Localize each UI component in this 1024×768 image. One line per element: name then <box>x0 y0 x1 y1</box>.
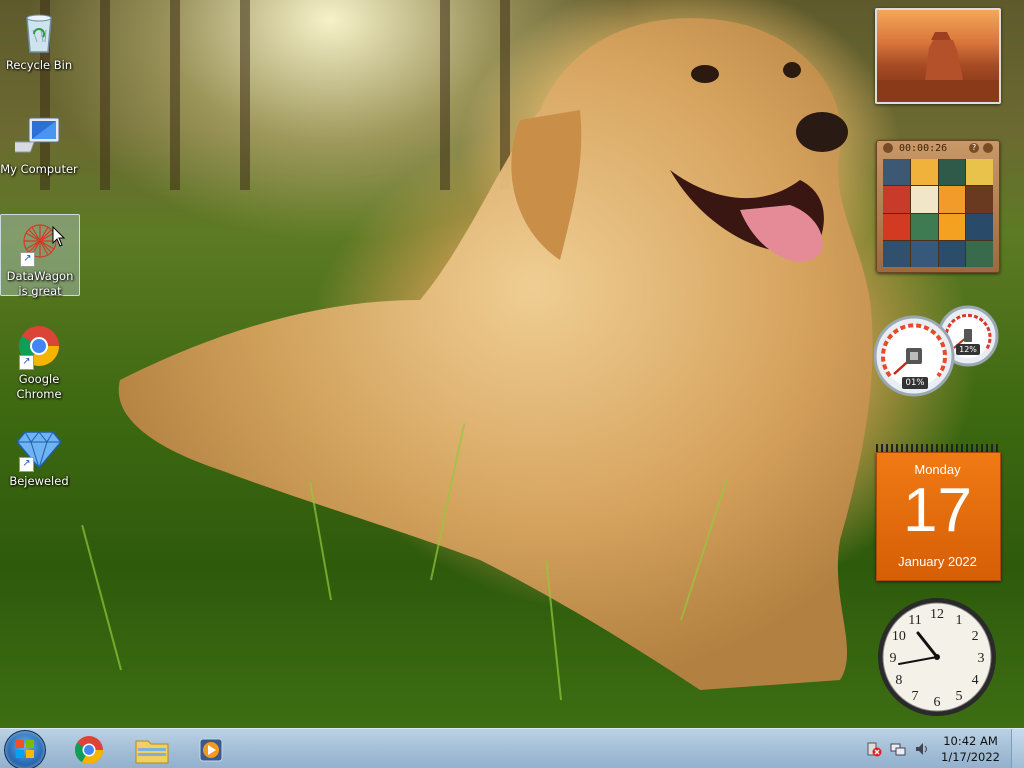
desktop-wallpaper[interactable]: Recycle Bin My Computer ↗ DataWagon is g… <box>0 0 1024 728</box>
puzzle-tile[interactable] <box>883 213 910 240</box>
puzzle-tile[interactable] <box>883 186 910 213</box>
calendar-spiral <box>876 444 999 452</box>
clock-numeral: 5 <box>956 689 963 704</box>
clock-numeral: 1 <box>956 613 963 628</box>
puzzle-tile[interactable] <box>883 240 910 267</box>
clock-numeral: 3 <box>978 651 985 666</box>
action-center-icon[interactable] <box>866 741 882 757</box>
puzzle-tile[interactable] <box>910 240 938 267</box>
shortcut-arrow-icon: ↗ <box>19 355 34 370</box>
puzzle-tile[interactable] <box>910 159 938 186</box>
show-desktop-button[interactable] <box>1011 729 1024 768</box>
calendar-weekday: Monday <box>914 462 961 477</box>
picture-puzzle-gadget[interactable]: 00:00:26 ? <box>876 140 1000 273</box>
calendar-month-year: January 2022 <box>898 554 977 569</box>
shortcut-arrow-icon: ↗ <box>19 457 34 472</box>
puzzle-tile[interactable] <box>938 240 966 267</box>
computer-icon <box>5 112 63 160</box>
cpu-meter-gadget[interactable]: 01% 12% <box>873 304 1000 398</box>
shortcut-arrow-icon: ↗ <box>20 252 35 267</box>
puzzle-tile[interactable] <box>910 186 938 213</box>
clock-gadget[interactable]: 12 1 2 3 4 5 6 7 8 9 10 11 <box>874 596 1000 718</box>
chrome-icon: ↗ <box>15 322 63 370</box>
tray-date: 1/17/2022 <box>941 750 1000 764</box>
desktop-icon-label: Google Chrome <box>16 372 62 401</box>
chrome-icon <box>75 736 103 764</box>
clock-numeral: 8 <box>895 673 902 688</box>
calendar-day: 17 <box>903 476 972 545</box>
puzzle-tile[interactable] <box>966 213 993 240</box>
puzzle-timer: 00:00:26 <box>899 143 948 154</box>
desktop-icon-label: My Computer <box>0 162 78 176</box>
taskbar: 10:42 AM 1/17/2022 <box>0 728 1024 768</box>
mouse-cursor-icon <box>52 226 66 247</box>
explorer-taskbar-button[interactable] <box>124 731 180 767</box>
desktop-icon-label: DataWagon is great <box>6 269 74 298</box>
recycle-bin-icon <box>15 8 63 56</box>
puzzle-tile <box>966 186 993 213</box>
puzzle-tile[interactable] <box>938 186 966 213</box>
network-icon[interactable] <box>890 741 906 757</box>
desktop-icon-label: Recycle Bin <box>5 58 73 72</box>
puzzle-tiles <box>883 159 993 267</box>
puzzle-help-icon[interactable]: ? <box>969 143 979 153</box>
puzzle-tile[interactable] <box>966 159 993 186</box>
desktop-icon-google-chrome[interactable]: ↗ Google Chrome <box>0 318 78 402</box>
slideshow-image <box>877 32 999 102</box>
clock-numeral: 10 <box>892 629 906 644</box>
clock-numeral: 11 <box>908 613 921 628</box>
calendar-gadget[interactable]: Monday 17 January 2022 <box>876 444 1001 581</box>
bejeweled-icon: ↗ <box>15 424 63 472</box>
wallpaper-dog <box>118 18 873 690</box>
clock-numeral: 12 <box>930 607 944 622</box>
puzzle-pause-icon[interactable] <box>983 143 993 153</box>
clock-numeral: 2 <box>972 629 979 644</box>
media-player-taskbar-button[interactable] <box>184 731 240 767</box>
clock-numeral: 6 <box>934 695 941 710</box>
desktop-icon-my-computer[interactable]: My Computer <box>0 108 78 177</box>
memory-usage-value: 12% <box>956 344 980 355</box>
puzzle-tile[interactable] <box>966 240 993 267</box>
windows-logo-icon <box>16 740 34 758</box>
desktop-icon-bejeweled[interactable]: ↗ Bejeweled <box>0 420 78 489</box>
desktop-icon-datawagon[interactable]: ↗ DataWagon is great <box>0 214 80 298</box>
puzzle-toolbar: 00:00:26 ? <box>877 141 999 157</box>
puzzle-tile[interactable] <box>883 159 910 186</box>
cpu-usage-value: 01% <box>902 377 928 389</box>
desktop-icon-label: Bejeweled <box>9 474 69 488</box>
puzzle-back-icon[interactable] <box>883 143 893 153</box>
volume-icon[interactable] <box>914 741 930 757</box>
puzzle-tile[interactable] <box>938 213 966 240</box>
slideshow-gadget[interactable] <box>875 8 1001 104</box>
puzzle-tile[interactable] <box>938 159 966 186</box>
clock-numeral: 4 <box>972 673 979 688</box>
puzzle-tile[interactable] <box>910 213 938 240</box>
desktop-icon-recycle-bin[interactable]: Recycle Bin <box>0 4 78 73</box>
clock-numeral: 7 <box>912 689 919 704</box>
folder-icon <box>135 740 169 764</box>
media-player-icon <box>199 738 223 762</box>
chrome-taskbar-button[interactable] <box>62 731 118 767</box>
clock-numeral: 9 <box>890 651 897 666</box>
tray-clock[interactable]: 10:42 AM 1/17/2022 <box>941 733 1000 765</box>
tray-time: 10:42 AM <box>943 734 998 748</box>
start-button[interactable] <box>4 730 46 768</box>
